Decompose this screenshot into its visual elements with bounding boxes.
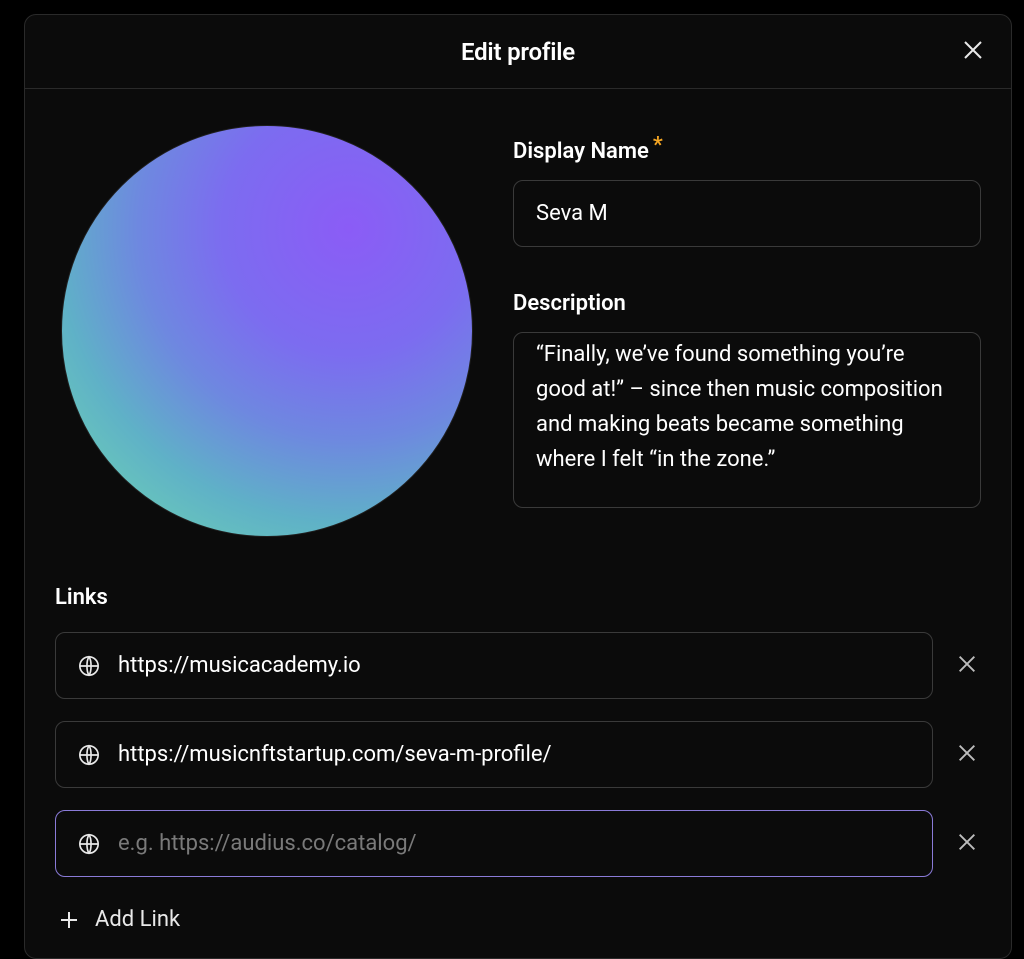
link-input-wrap[interactable] [55,632,933,699]
close-button[interactable] [957,36,989,68]
edit-profile-modal: Edit profile Display Name * [24,14,1012,959]
description-group: Description “Finally, we’ve found someth… [513,291,981,512]
globe-icon [78,744,100,766]
plus-icon [59,910,79,930]
add-link-label: Add Link [95,907,180,932]
add-link-button[interactable]: Add Link [55,899,180,932]
avatar[interactable] [61,125,473,537]
top-row: Display Name * Description “Finally, we’… [55,125,981,537]
description-label-text: Description [513,291,626,316]
link-input[interactable] [118,742,910,767]
link-input[interactable] [118,831,910,856]
link-row [55,721,981,788]
link-input[interactable] [118,653,910,678]
description-label: Description [513,291,981,316]
globe-icon [78,655,100,677]
modal-header: Edit profile [25,15,1011,89]
links-section: Links Add Link [55,585,981,933]
link-input-wrap[interactable] [55,721,933,788]
close-icon [961,38,985,65]
display-name-group: Display Name * [513,139,981,247]
description-input[interactable]: “Finally, we’ve found something you’re g… [513,332,981,508]
links-list [55,632,981,877]
modal-body: Display Name * Description “Finally, we’… [25,89,1011,933]
remove-link-button[interactable] [953,830,981,858]
link-row [55,632,981,699]
modal-title: Edit profile [461,38,575,66]
display-name-label: Display Name * [513,139,981,164]
avatar-column [55,125,473,537]
fields-column: Display Name * Description “Finally, we’… [513,125,981,537]
display-name-label-text: Display Name [513,139,649,164]
links-label: Links [55,585,981,610]
display-name-input[interactable] [513,180,981,247]
remove-link-button[interactable] [953,652,981,680]
close-icon [956,742,978,767]
remove-link-button[interactable] [953,741,981,769]
close-icon [956,831,978,856]
required-star-icon: * [653,135,663,157]
close-icon [956,653,978,678]
link-input-wrap[interactable] [55,810,933,877]
globe-icon [78,833,100,855]
link-row [55,810,981,877]
